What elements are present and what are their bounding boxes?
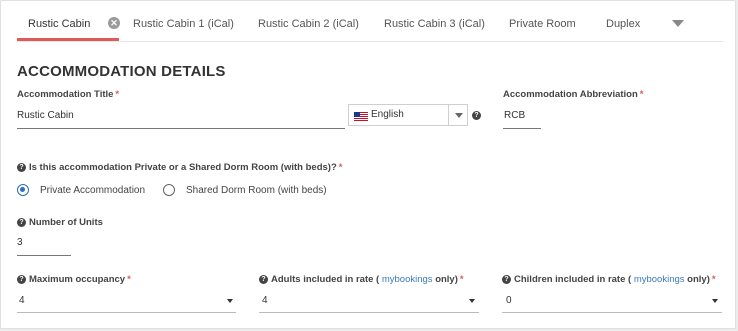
shared-dorm-radio[interactable] (163, 184, 175, 196)
help-icon: ? (17, 218, 26, 227)
help-icon: ? (17, 163, 26, 172)
adults-included-underline (259, 312, 479, 313)
number-of-units-label: ? Number of Units (17, 217, 103, 228)
close-icon[interactable]: ✕ (108, 17, 120, 29)
help-icon: ? (17, 275, 26, 284)
tab-rustic-cabin[interactable]: Rustic Cabin (28, 7, 90, 41)
us-flag-icon (354, 112, 368, 121)
help-icon: ? (502, 275, 511, 284)
children-included-select[interactable]: 0 (506, 295, 512, 306)
adults-included-label: ? Adults included in rate ( mybookings on… (259, 274, 464, 285)
max-occupancy-select[interactable]: 4 (19, 295, 25, 306)
private-accommodation-label[interactable]: Private Accommodation (40, 185, 145, 196)
chevron-down-icon[interactable] (227, 299, 233, 303)
chevron-down-icon[interactable] (712, 299, 718, 303)
shared-dorm-label[interactable]: Shared Dorm Room (with beds) (186, 185, 327, 196)
private-accommodation-radio[interactable] (17, 184, 29, 196)
chevron-down-icon[interactable] (469, 299, 475, 303)
mybookings-link[interactable]: mybookings (382, 274, 433, 285)
tab-duplex[interactable]: Duplex (606, 7, 640, 41)
abbreviation-underline (503, 128, 541, 129)
number-of-units-input[interactable]: 3 (17, 237, 23, 248)
tab-rustic-cabin-3[interactable]: Rustic Cabin 3 (iCal) (384, 7, 485, 41)
abbreviation-input[interactable]: RCB (504, 110, 525, 121)
tab-private-room[interactable]: Private Room (509, 7, 576, 41)
max-occupancy-label: ? Maximum occupancy * (17, 274, 131, 285)
adults-included-select[interactable]: 4 (262, 295, 268, 306)
abbreviation-label: Accommodation Abbreviation * (503, 89, 644, 100)
children-included-underline (502, 312, 722, 313)
accommodation-title-input[interactable]: Rustic Cabin (17, 110, 74, 121)
accommodation-type-label: ? Is this accommodation Private or a Shar… (17, 162, 342, 173)
help-icon: ? (259, 275, 268, 284)
chevron-down-icon[interactable] (672, 20, 684, 27)
tab-rustic-cabin-2[interactable]: Rustic Cabin 2 (iCal) (258, 7, 359, 41)
chevron-down-icon (455, 113, 463, 118)
accommodation-title-label: Accommodation Title * (17, 89, 120, 100)
max-occupancy-underline (17, 312, 236, 313)
active-tab-indicator (17, 38, 119, 41)
language-select-value: English (371, 109, 404, 120)
tab-rustic-cabin-1[interactable]: Rustic Cabin 1 (iCal) (133, 7, 234, 41)
mybookings-link[interactable]: mybookings (634, 274, 685, 285)
help-icon[interactable]: ? (472, 111, 481, 120)
children-included-label: ? Children included in rate ( mybookings … (502, 274, 716, 285)
accommodation-title-underline (17, 128, 345, 129)
section-title: ACCOMMODATION DETAILS (17, 63, 226, 80)
accommodation-tabs: Rustic Cabin ✕ Rustic Cabin 1 (iCal) Rus… (17, 7, 723, 42)
number-of-units-underline (17, 255, 71, 256)
accommodation-card: Rustic Cabin ✕ Rustic Cabin 1 (iCal) Rus… (0, 0, 736, 329)
select-divider (448, 105, 449, 125)
language-select[interactable]: English (348, 104, 468, 126)
